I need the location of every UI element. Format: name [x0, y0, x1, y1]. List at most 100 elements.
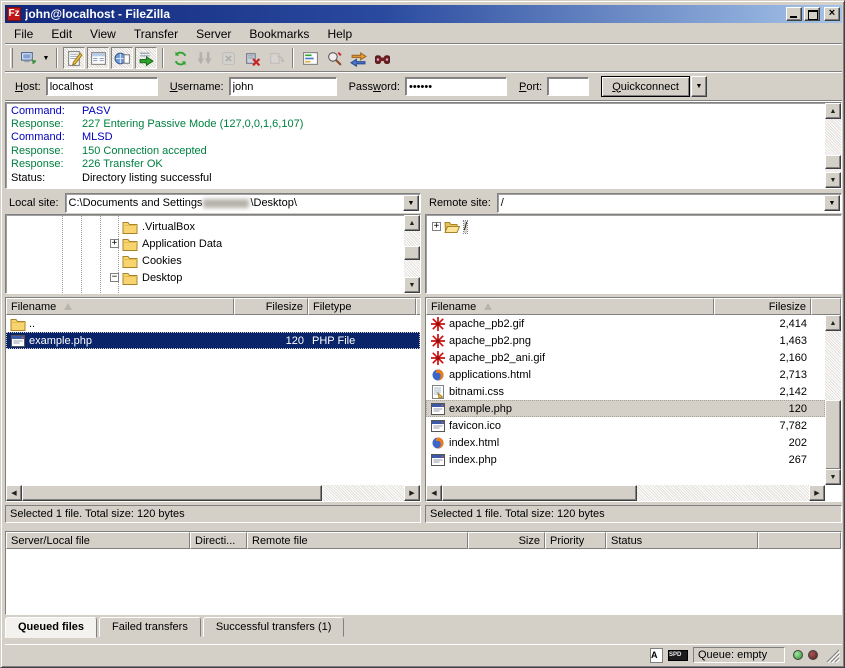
scroll-thumb[interactable] — [825, 155, 841, 169]
column-header-filename[interactable]: Filename — [426, 298, 714, 315]
menu-bookmarks[interactable]: Bookmarks — [240, 25, 318, 43]
folder-icon — [122, 220, 138, 234]
tree-item--virtualbox[interactable]: .VirtualBox — [110, 218, 195, 235]
scroll-right-icon[interactable]: ▶ — [404, 485, 420, 501]
column-header-filetype[interactable]: Filetype — [308, 298, 416, 315]
tree-item-root[interactable]: +/ — [432, 218, 467, 235]
menu-server[interactable]: Server — [187, 25, 240, 43]
site-manager-dropdown-icon[interactable]: ▼ — [40, 47, 52, 69]
transfer-type-ascii-icon[interactable]: A — [650, 648, 663, 663]
local-site-combo[interactable]: C:\Documents and Settings\Desktop\ ▼ — [65, 193, 421, 213]
tree-item-cookies[interactable]: Cookies — [110, 252, 182, 269]
quickconnect-dropdown-icon[interactable]: ▼ — [691, 76, 707, 97]
port-input[interactable] — [547, 77, 589, 96]
filezilla-window: Fz john@localhost - FileZilla × FileEdit… — [0, 0, 845, 668]
column-header-filename[interactable]: Filename — [6, 298, 234, 315]
chevron-down-icon[interactable]: ▼ — [824, 195, 840, 211]
username-input[interactable] — [229, 77, 337, 96]
toggle-remote-tree-icon[interactable] — [111, 47, 133, 69]
host-input[interactable] — [46, 77, 158, 96]
filter-icon[interactable] — [299, 47, 321, 69]
column-header-l[interactable]: L — [416, 298, 421, 315]
file-row[interactable]: example.php120PHP File1 — [6, 332, 420, 349]
reconnect-icon[interactable] — [265, 47, 287, 69]
scroll-thumb[interactable] — [442, 485, 637, 501]
menu-edit[interactable]: Edit — [42, 25, 81, 43]
scroll-thumb[interactable] — [825, 400, 841, 470]
refresh-icon[interactable] — [169, 47, 191, 69]
scroll-down-icon[interactable]: ▼ — [825, 172, 841, 188]
remote-site-combo[interactable]: / ▼ — [497, 193, 842, 213]
maximize-button[interactable] — [804, 7, 820, 21]
sync-browse-icon[interactable] — [347, 47, 369, 69]
file-row[interactable]: bitnami.css2,142 — [426, 383, 825, 400]
queue-column-size[interactable]: Size — [468, 532, 545, 549]
file-row[interactable]: .. — [6, 315, 420, 332]
tab-queued-files[interactable]: Queued files — [5, 617, 97, 638]
file-row[interactable]: index.html202 — [426, 434, 825, 451]
compare-icon[interactable] — [323, 47, 345, 69]
toggle-queue-icon[interactable] — [135, 47, 157, 69]
chevron-down-icon[interactable]: ▼ — [403, 195, 419, 211]
expand-plus-icon[interactable]: + — [110, 239, 119, 248]
close-button[interactable]: × — [824, 7, 840, 21]
scroll-right-icon[interactable]: ▶ — [809, 485, 825, 501]
menu-view[interactable]: View — [81, 25, 125, 43]
file-row[interactable]: apache_pb2.png1,463 — [426, 332, 825, 349]
disconnect-icon[interactable] — [241, 47, 263, 69]
cancel-icon[interactable] — [217, 47, 239, 69]
scroll-thumb[interactable] — [404, 246, 420, 260]
scroll-left-icon[interactable]: ◀ — [426, 485, 442, 501]
toggle-local-tree-icon[interactable] — [87, 47, 109, 69]
minimize-button[interactable] — [786, 7, 802, 21]
local-hscrollbar[interactable]: ◀ ▶ — [6, 485, 420, 501]
scroll-up-icon[interactable]: ▲ — [825, 315, 841, 331]
speed-limits-icon[interactable]: SPD — [668, 650, 688, 661]
file-row[interactable]: apache_pb2.gif2,414 — [426, 315, 825, 332]
tab-failed-transfers[interactable]: Failed transfers — [99, 617, 201, 637]
tab-successful-transfers-1-[interactable]: Successful transfers (1) — [203, 617, 345, 637]
process-queue-icon[interactable] — [193, 47, 215, 69]
queue-column-priority[interactable]: Priority — [545, 532, 606, 549]
scroll-up-icon[interactable]: ▲ — [404, 215, 420, 231]
site-manager-icon[interactable] — [17, 47, 39, 69]
toggle-log-icon[interactable] — [63, 47, 85, 69]
queue-column-remote-file[interactable]: Remote file — [247, 532, 468, 549]
quickconnect-button[interactable]: Quickconnect — [601, 76, 690, 97]
local-site-label: Local site: — [5, 195, 65, 212]
scroll-down-icon[interactable]: ▼ — [825, 469, 841, 485]
menu-file[interactable]: File — [5, 25, 42, 43]
queue-column-server-local-file[interactable]: Server/Local file — [6, 532, 190, 549]
scroll-up-icon[interactable]: ▲ — [825, 103, 841, 119]
file-row[interactable]: favicon.ico7,782 — [426, 417, 825, 434]
file-row[interactable]: index.php267 — [426, 451, 825, 468]
column-header-filesize[interactable]: Filesize — [714, 298, 811, 315]
collapse-minus-icon[interactable]: − — [110, 273, 119, 282]
find-icon[interactable] — [371, 47, 393, 69]
log-line: Response:150 Connection accepted — [8, 144, 823, 157]
log-scrollbar[interactable]: ▲ ▼ — [825, 103, 841, 188]
menu-transfer[interactable]: Transfer — [125, 25, 187, 43]
remote-hscrollbar[interactable]: ◀ ▶ — [426, 485, 825, 501]
scroll-down-icon[interactable]: ▼ — [404, 277, 420, 293]
tree-item-desktop[interactable]: −Desktop — [110, 269, 182, 286]
local-tree-scrollbar[interactable]: ▲ ▼ — [404, 215, 420, 293]
scroll-thumb[interactable] — [22, 485, 322, 501]
column-header-filesize[interactable]: Filesize — [234, 298, 308, 315]
file-row[interactable]: example.php120 — [426, 400, 825, 417]
resize-grip[interactable] — [825, 648, 840, 663]
menu-help[interactable]: Help — [318, 25, 361, 43]
expand-plus-icon[interactable]: + — [432, 222, 441, 231]
app-icon: Fz — [7, 7, 21, 21]
scroll-left-icon[interactable]: ◀ — [6, 485, 22, 501]
queue-column-directi-[interactable]: Directi... — [190, 532, 247, 549]
toolbar-grip[interactable] — [10, 48, 13, 68]
file-row[interactable]: applications.html2,713 — [426, 366, 825, 383]
file-row[interactable]: apache_pb2_ani.gif2,160 — [426, 349, 825, 366]
remote-vscrollbar[interactable]: ▲ ▼ — [825, 315, 841, 485]
activity-led-red-icon — [808, 650, 818, 660]
title-bar[interactable]: Fz john@localhost - FileZilla × — [5, 5, 842, 23]
queue-column-status[interactable]: Status — [606, 532, 758, 549]
tree-item-application-data[interactable]: +Application Data — [110, 235, 222, 252]
password-input[interactable] — [405, 77, 507, 96]
